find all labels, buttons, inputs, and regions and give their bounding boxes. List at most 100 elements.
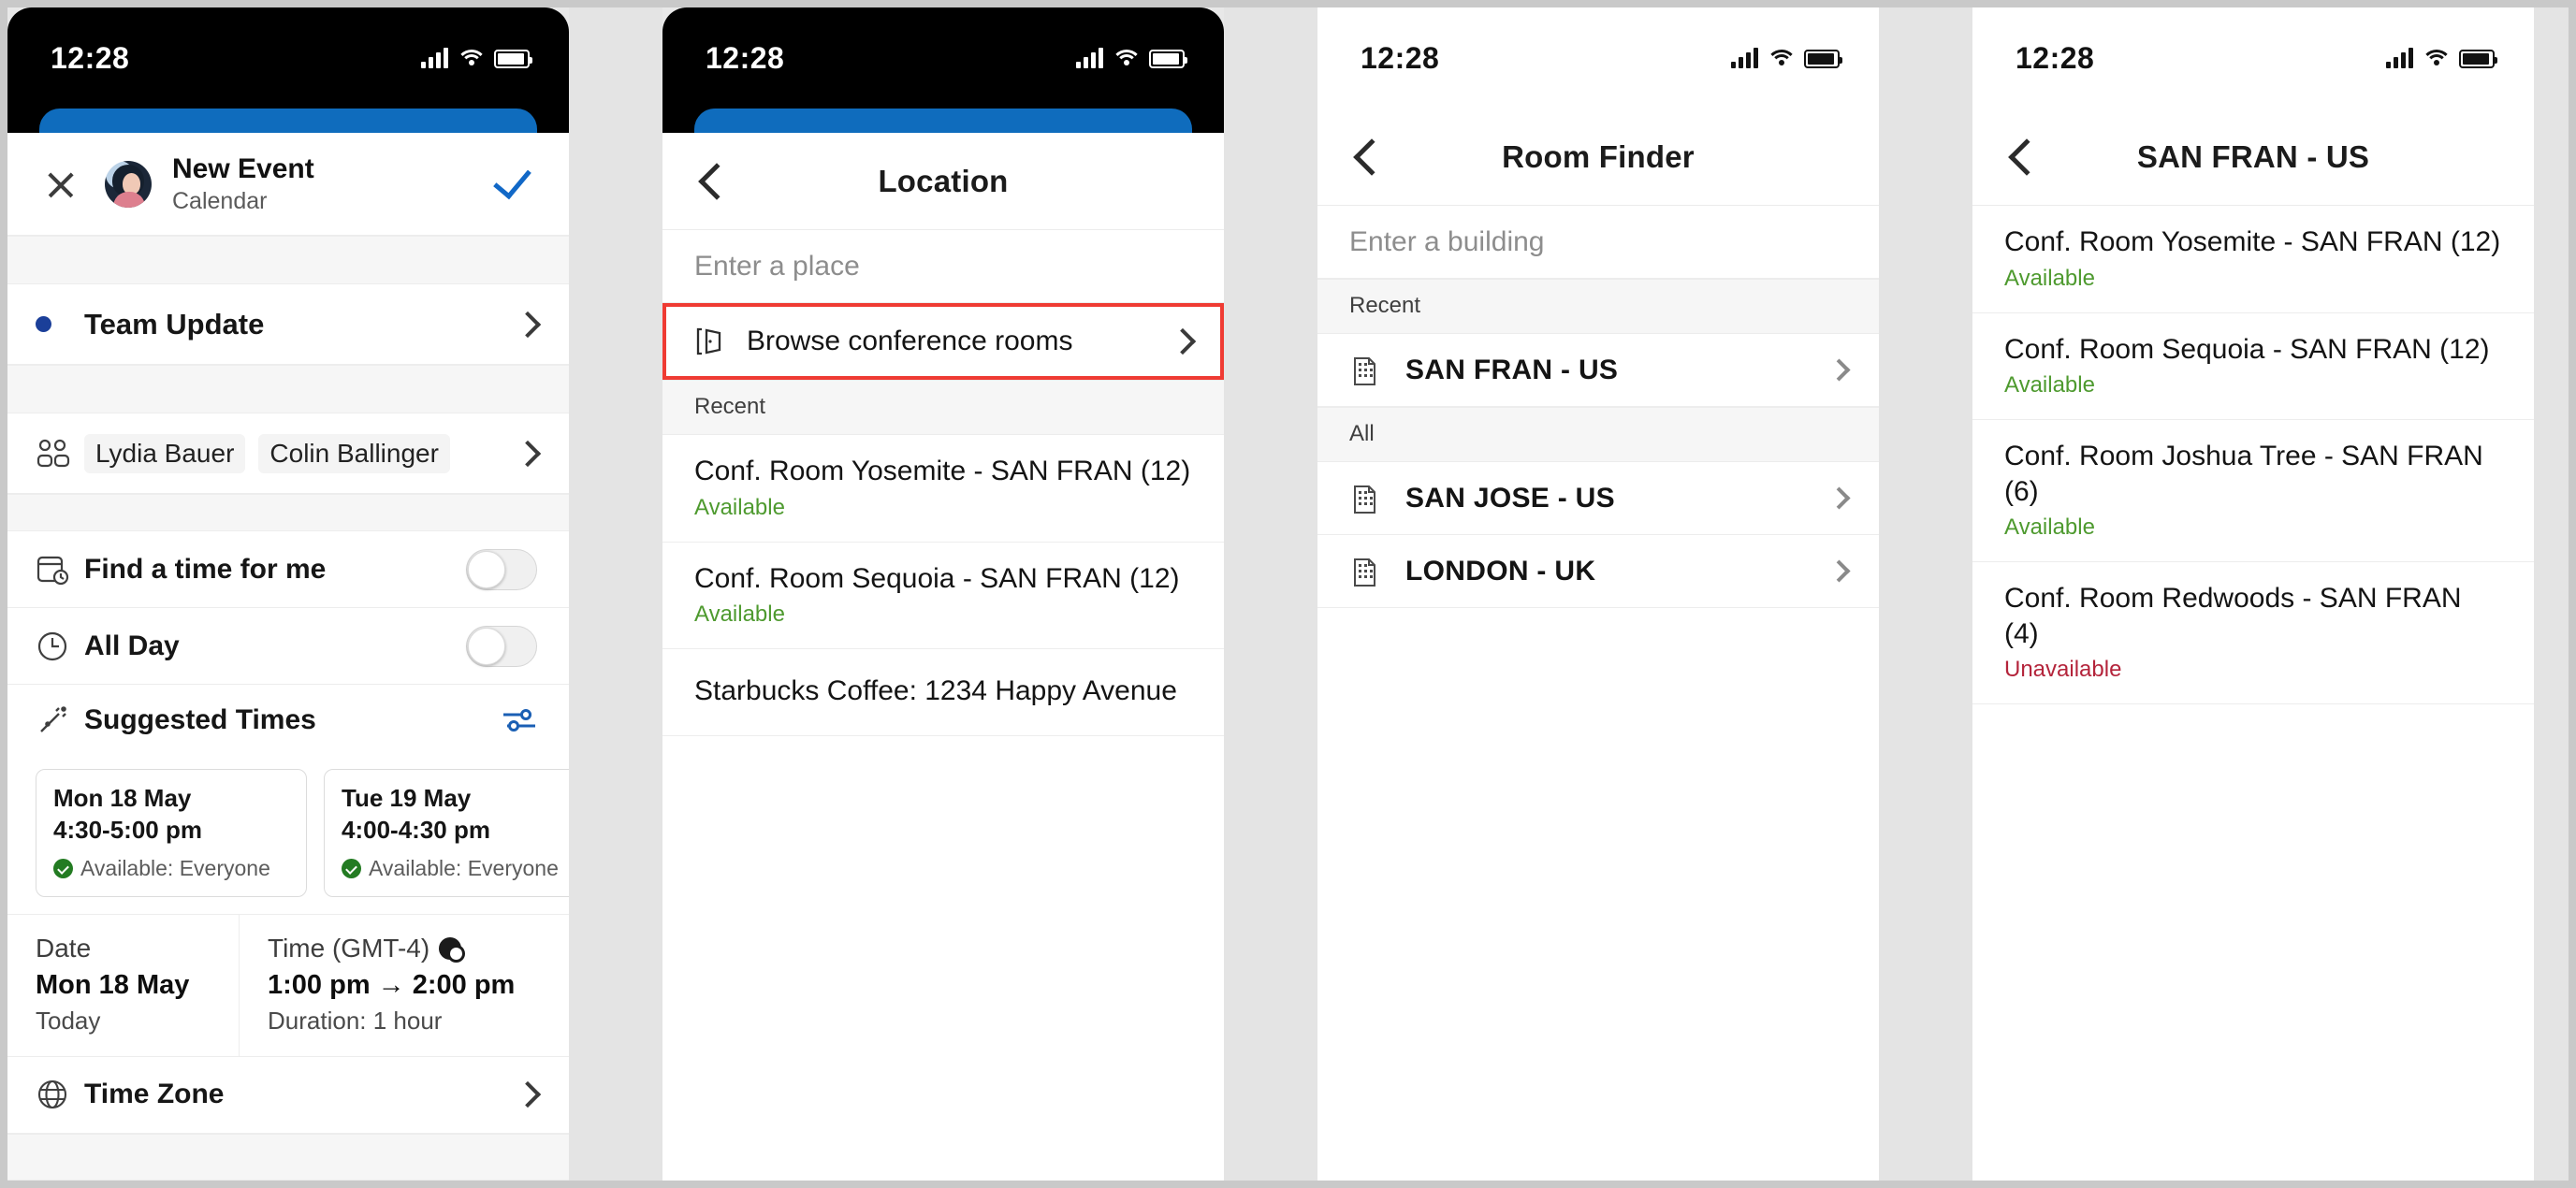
phone-panel-location: 12:28 Location Enter a place Browse conf… xyxy=(662,7,1224,1181)
signal-bars-icon xyxy=(1731,48,1758,68)
location-sheet: Location Enter a place Browse conference… xyxy=(662,133,1224,736)
spacer-band-1 xyxy=(7,236,569,284)
time-zone-row[interactable]: Time Zone xyxy=(7,1056,569,1134)
all-day-row[interactable]: All Day xyxy=(7,608,569,685)
suggested-card-status: Available: Everyone xyxy=(342,856,569,881)
browse-conference-rooms-label: Browse conference rooms xyxy=(747,326,1073,356)
status-bar-time: 12:28 xyxy=(51,40,130,75)
room-status: Available xyxy=(694,494,785,520)
event-title-row[interactable]: Team Update xyxy=(7,284,569,365)
room-name: Conf. Room Sequoia - SAN FRAN (12) xyxy=(694,562,1180,594)
all-day-label: All Day xyxy=(84,630,180,661)
browse-conference-rooms-row[interactable]: Browse conference rooms xyxy=(666,307,1220,376)
room-name: Conf. Room Joshua Tree - SAN FRAN (6) xyxy=(2004,441,2483,507)
building-icon xyxy=(1349,354,1381,387)
room-status: Unavailable xyxy=(2004,657,2122,682)
location-navbar: Location xyxy=(662,133,1224,230)
status-bar: 12:28 xyxy=(7,7,569,109)
event-title-value: Team Update xyxy=(84,307,265,340)
status-bar: 12:28 xyxy=(1317,7,1879,109)
attendee-chip[interactable]: Colin Ballinger xyxy=(258,433,450,473)
status-bar-time: 12:28 xyxy=(2016,40,2095,75)
calendar-clock-icon xyxy=(36,553,84,587)
date-label: Date xyxy=(36,933,92,963)
chevron-right-icon xyxy=(514,440,542,467)
close-icon[interactable] xyxy=(45,168,77,200)
signal-bars-icon xyxy=(1076,48,1103,68)
room-name: Conf. Room Sequoia - SAN FRAN (12) xyxy=(2004,333,2490,365)
list-item[interactable]: SAN JOSE - US xyxy=(1317,462,1879,535)
find-a-time-toggle[interactable] xyxy=(466,548,537,590)
list-item[interactable]: SAN FRAN - US xyxy=(1317,334,1879,407)
phone-panel-new-event: 12:28 New Event Calendar Team Update Lyd… xyxy=(7,7,569,1181)
time-value: 1:00 pm → 2:00 pm xyxy=(268,969,516,1000)
magic-wand-icon xyxy=(36,703,84,737)
confirm-checkmark-icon[interactable] xyxy=(492,173,531,196)
room-status: Available xyxy=(2004,372,2095,398)
suggested-times-cards: Mon 18 May 4:30-5:00 pm Available: Every… xyxy=(7,756,569,915)
page-title: New Event xyxy=(172,152,314,184)
gutter-4 xyxy=(2534,7,2569,1181)
available-check-icon xyxy=(342,858,361,878)
list-item[interactable]: Starbucks Coffee: 1234 Happy Avenue xyxy=(662,649,1224,736)
suggested-card-date: Tue 19 May xyxy=(342,784,472,812)
time-label: Time (GMT-4) xyxy=(268,934,569,963)
suggested-time-card[interactable]: Tue 19 May 4:00-4:30 pm Available: Every… xyxy=(324,769,569,897)
time-cell[interactable]: Time (GMT-4) 1:00 pm → 2:00 pm Duration:… xyxy=(240,915,569,1056)
attendee-chip[interactable]: Lydia Bauer xyxy=(84,433,246,473)
status-bar: 12:28 xyxy=(1972,7,2534,109)
find-a-time-row[interactable]: Find a time for me xyxy=(7,531,569,608)
status-bar-icons xyxy=(1076,48,1187,68)
list-item[interactable]: LONDON - UK xyxy=(1317,535,1879,608)
status-bar: 12:28 xyxy=(662,7,1224,109)
building-icon xyxy=(1349,555,1381,588)
list-item[interactable]: Conf. Room Sequoia - SAN FRAN (12) Avail… xyxy=(1972,312,2534,420)
list-item[interactable]: Conf. Room Joshua Tree - SAN FRAN (6) Av… xyxy=(1972,420,2534,562)
room-name: Conf. Room Yosemite - SAN FRAN (12) xyxy=(694,456,1191,486)
globe-icon xyxy=(36,1078,84,1111)
status-bar-icons xyxy=(2386,48,2497,68)
battery-icon xyxy=(1149,50,1187,68)
gutter-3 xyxy=(1879,7,1972,1181)
building-name: LONDON - UK xyxy=(1405,555,1596,587)
page-title: Room Finder xyxy=(1502,138,1695,174)
suggested-time-card[interactable]: Mon 18 May 4:30-5:00 pm Available: Every… xyxy=(36,769,307,897)
list-item[interactable]: Conf. Room Yosemite - SAN FRAN (12) Avai… xyxy=(1972,206,2534,313)
room-status: Available xyxy=(2004,514,2095,540)
attendees-row[interactable]: Lydia Bauer Colin Ballinger xyxy=(7,413,569,494)
signal-bars-icon xyxy=(421,48,448,68)
battery-icon xyxy=(2459,50,2497,68)
suggested-times-label: Suggested Times xyxy=(84,704,316,735)
time-zone-label: Time Zone xyxy=(84,1079,225,1110)
suggested-card-date: Mon 18 May xyxy=(53,784,192,812)
chevron-right-icon xyxy=(1827,486,1851,510)
sheet-peek-blue xyxy=(7,109,569,133)
building-search-input[interactable]: Enter a building xyxy=(1317,206,1879,279)
battery-icon xyxy=(1804,50,1842,68)
date-sub: Today xyxy=(36,1006,101,1035)
room-name: Conf. Room Yosemite - SAN FRAN (12) xyxy=(2004,226,2501,257)
conference-room-icon xyxy=(694,326,743,357)
battery-icon xyxy=(494,50,532,68)
sliders-icon[interactable] xyxy=(502,706,537,734)
list-item[interactable]: Conf. Room Yosemite - SAN FRAN (12) Avai… xyxy=(662,435,1224,543)
recent-section-header: Recent xyxy=(1317,279,1879,334)
wifi-icon xyxy=(458,50,484,68)
building-rooms-navbar: SAN FRAN - US xyxy=(1972,109,2534,206)
time-sub: Duration: 1 hour xyxy=(268,1006,443,1035)
all-day-toggle[interactable] xyxy=(466,625,537,667)
list-item[interactable]: Conf. Room Redwoods - SAN FRAN (4) Unava… xyxy=(1972,562,2534,704)
spacer-band-2 xyxy=(7,365,569,413)
room-finder-navbar: Room Finder xyxy=(1317,109,1879,206)
wifi-icon xyxy=(1768,50,1794,68)
suggested-times-row: Suggested Times xyxy=(7,685,569,756)
timezone-badge-icon xyxy=(439,936,466,963)
list-item[interactable]: Conf. Room Sequoia - SAN FRAN (12) Avail… xyxy=(662,542,1224,649)
date-cell[interactable]: Date Mon 18 May Today xyxy=(7,914,240,1056)
building-name: SAN JOSE - US xyxy=(1405,482,1615,514)
wifi-icon xyxy=(1113,50,1139,68)
chevron-right-icon xyxy=(1827,559,1851,583)
phone-panel-room-finder: 12:28 Room Finder Enter a building Recen… xyxy=(1317,7,1879,1181)
place-search-input[interactable]: Enter a place xyxy=(662,230,1224,303)
sheet-peek-blue xyxy=(662,109,1224,133)
